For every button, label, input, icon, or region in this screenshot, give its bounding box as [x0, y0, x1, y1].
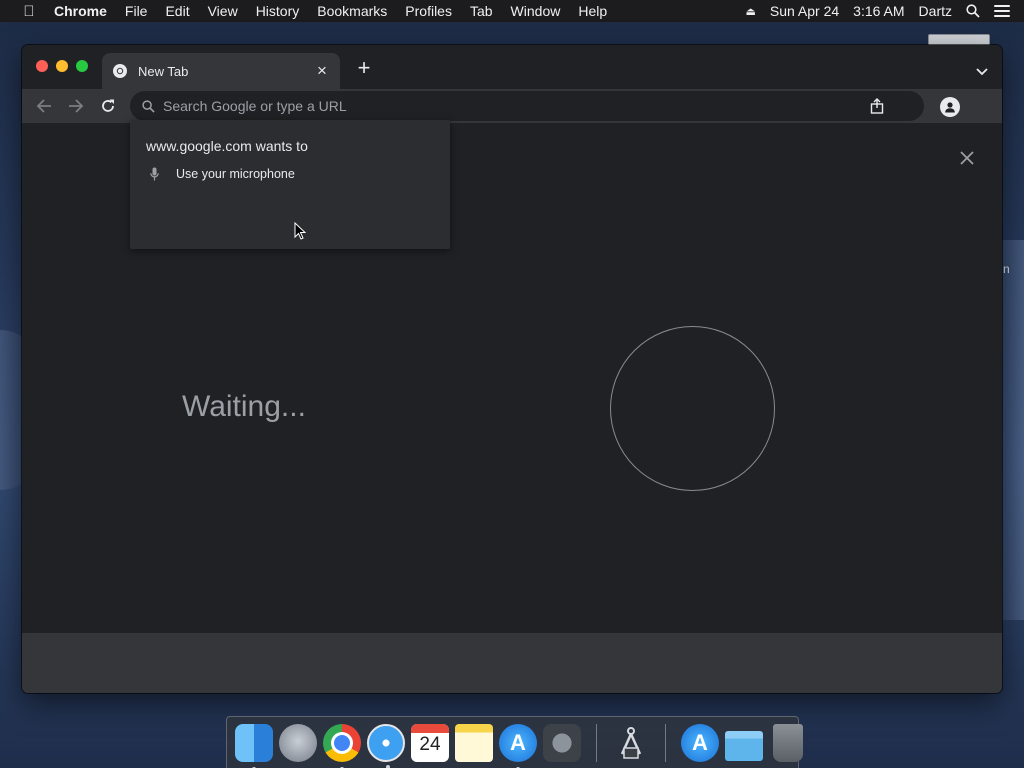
eject-icon[interactable]: ⏏ — [745, 5, 755, 18]
menu-help[interactable]: Help — [569, 0, 616, 22]
permission-prompt: www.google.com wants to Use your microph… — [130, 120, 450, 249]
dock-finder-icon[interactable] — [235, 724, 273, 768]
menu-window[interactable]: Window — [502, 0, 570, 22]
apple-logo-icon[interactable]:  — [16, 3, 42, 20]
dock-separator — [665, 724, 666, 762]
menu-bar-user[interactable]: Dartz — [919, 3, 952, 19]
notification-center-icon[interactable] — [994, 5, 1010, 17]
dock-system-preferences-icon[interactable] — [543, 724, 581, 762]
chrome-favicon-icon — [113, 64, 127, 78]
dock-screenshot-icon[interactable] — [612, 724, 650, 762]
browser-toolbar: Search Google or type a URL — [22, 89, 1002, 123]
window-close-button[interactable] — [36, 60, 48, 72]
desktop-item-label: n — [1003, 262, 1010, 276]
new-tab-button[interactable]: + — [354, 57, 374, 79]
calendar-day: 24 — [419, 734, 441, 755]
calendar-header — [411, 724, 449, 733]
dock-calendar-icon[interactable]: 24 — [411, 724, 449, 762]
menu-bar:  Chrome File Edit View History Bookmark… — [0, 0, 1024, 22]
menu-app-name[interactable]: Chrome — [42, 0, 116, 22]
dock-launchpad-icon[interactable] — [279, 724, 317, 762]
menu-profiles[interactable]: Profiles — [396, 0, 461, 22]
permission-request-row: Use your microphone — [148, 167, 295, 181]
window-minimize-button[interactable] — [56, 60, 68, 72]
menu-bookmarks[interactable]: Bookmarks — [308, 0, 396, 22]
voice-search-status: Waiting... — [182, 390, 306, 423]
omnibox-search-icon — [142, 99, 155, 113]
menu-history[interactable]: History — [247, 0, 309, 22]
tab-close-icon[interactable]: × — [314, 61, 330, 81]
tab-strip: New Tab × + — [22, 45, 1002, 89]
forward-arrow-icon[interactable] — [66, 96, 86, 116]
window-zoom-button[interactable] — [76, 60, 88, 72]
tab-title: New Tab — [138, 63, 189, 79]
permission-request-label: Use your microphone — [176, 167, 295, 181]
dock-app-store-folder-icon[interactable] — [681, 724, 719, 762]
menu-bar-date[interactable]: Sun Apr 24 — [770, 3, 839, 19]
dock-downloads-folder-icon[interactable] — [725, 731, 763, 761]
tab-search-chevron-icon[interactable] — [976, 63, 988, 81]
dock-notes-icon[interactable] — [455, 724, 493, 762]
spotlight-search-icon[interactable] — [966, 4, 980, 18]
omnibox-placeholder: Search Google or type a URL — [163, 98, 347, 114]
omnibox-input[interactable]: Search Google or type a URL — [130, 91, 924, 121]
reload-icon[interactable] — [98, 96, 118, 116]
profile-icon[interactable] — [940, 97, 960, 117]
mouse-cursor-icon — [294, 222, 306, 240]
microphone-icon — [148, 167, 160, 181]
menu-bar-status-area: ⏏ Sun Apr 24 3:16 AM Dartz — [745, 0, 1024, 22]
menu-bar-time[interactable]: 3:16 AM — [853, 3, 904, 19]
dock-chrome-icon[interactable] — [323, 724, 361, 768]
window-controls — [36, 60, 88, 72]
permission-prompt-title: www.google.com wants to — [146, 138, 308, 154]
tab-new-tab[interactable]: New Tab × — [102, 53, 340, 89]
menu-edit[interactable]: Edit — [156, 0, 198, 22]
voice-search-mic-button[interactable] — [610, 326, 775, 491]
dock-trash-icon[interactable] — [773, 724, 803, 762]
voice-search-close-icon[interactable] — [960, 151, 974, 165]
back-arrow-icon[interactable] — [34, 96, 54, 116]
dock-separator — [596, 724, 597, 762]
dock-app-store-icon[interactable] — [499, 724, 537, 768]
share-icon[interactable] — [870, 98, 884, 114]
page-footer — [22, 633, 1002, 693]
dock-safari-icon[interactable] — [367, 724, 405, 768]
menu-tab[interactable]: Tab — [461, 0, 502, 22]
dock: 24 — [226, 716, 803, 768]
menu-view[interactable]: View — [199, 0, 247, 22]
menu-file[interactable]: File — [116, 0, 157, 22]
